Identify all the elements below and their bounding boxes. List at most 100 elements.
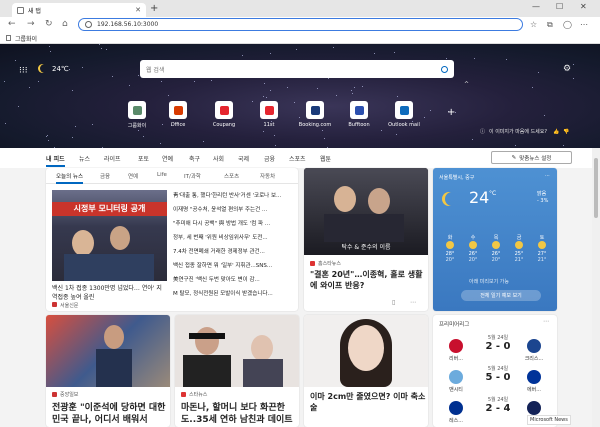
headline-item[interactable]: "추미애 다시 공백" 與 방법 개도 '컴 파 ... [173, 219, 291, 227]
more-options-icon[interactable]: ⋯ [543, 318, 549, 325]
quick-link[interactable]: Outlook mail [384, 101, 424, 128]
address-bar[interactable]: 192.168.56.10:3000 [78, 18, 523, 31]
minimize-button[interactable]: — [532, 2, 540, 11]
star-dot [47, 140, 49, 142]
headline-item[interactable]: 백신 접종 잘하면 뭐 '일부' 지휘관...SNS... [173, 261, 291, 269]
refresh-icon[interactable]: ↻ [45, 19, 53, 29]
hero-background: ⁝⁝⁝ 24 ℃ 웹 검색 ⚙ ^ 그룹화이 Office Coupang 11st Bo… [0, 44, 600, 148]
away-team-logo-icon [527, 339, 541, 353]
nav-item[interactable]: 포토 [138, 154, 149, 163]
nav-item[interactable]: 축구 [189, 154, 200, 163]
favorite-star-icon[interactable]: ☆ [530, 20, 537, 29]
browser-tab[interactable]: 새 탭 ✕ [12, 3, 146, 17]
settings-gear-icon[interactable]: ⚙ [563, 64, 571, 74]
favorites-folder[interactable]: 그룹화이 [15, 34, 37, 43]
more-options-icon[interactable]: ⋯ [545, 173, 550, 179]
news-title[interactable]: "결혼 20년"…이종혁, 홀로 생활에 와이프 반응? [310, 269, 426, 291]
news-card-lee[interactable]: 탁수 & 준수의 이름 홈스타뉴스 "결혼 20년"…이종혁, 홀로 생활에 와… [304, 168, 428, 311]
sun-icon [446, 241, 454, 249]
headline-item[interactable]: 美연구진 '백신 두번 맞아도 변이 감... [173, 275, 291, 283]
news-card-madonna[interactable]: 스타뉴스 마돈나, 할머니 보다 화끈한 도..35세 연하 남친과 데이트 [175, 315, 299, 427]
star-dot [143, 135, 145, 137]
star-dot [270, 53, 272, 55]
maximize-button[interactable]: ☐ [556, 2, 563, 11]
nav-item[interactable]: 내 피드 [46, 154, 65, 167]
match-row[interactable]: 맨시티 5월 24일 5 - 0 에버... [433, 364, 557, 398]
news-subtab[interactable]: 오늘의 뉴스 [56, 172, 84, 184]
chevron-up-icon[interactable]: ^ [464, 81, 469, 88]
news-subtab[interactable]: 자동차 [260, 172, 275, 180]
star-dot [351, 89, 353, 91]
nav-item[interactable]: 라이프 [104, 154, 121, 163]
top-headline[interactable]: 백신 1차 접종 1300만명 넘었다… 연아' 지역접종 높여 올린 [52, 284, 167, 302]
star-dot [242, 55, 244, 57]
match-row[interactable]: 리버... 5월 24일 2 - 0 크리스... [433, 333, 557, 367]
news-subtab[interactable]: IT/과학 [184, 172, 201, 180]
headline-item[interactable]: 이재명 "공수처, 윤석열 편의부 주는건 … [173, 205, 291, 213]
top-news-image[interactable]: 시정부 모니터링 공개 [52, 190, 167, 281]
search-placeholder[interactable]: 웹 검색 [146, 65, 441, 74]
quick-link[interactable]: Office [158, 101, 198, 128]
nav-item[interactable]: 사회 [213, 154, 224, 163]
star-dot [474, 58, 476, 60]
home-icon[interactable]: ⌂ [62, 19, 68, 29]
news-title[interactable]: 전광훈 "이준석에 당하면 대한민국 끝나, 어디서 배워서 [52, 402, 168, 426]
back-icon[interactable]: ← [8, 19, 16, 29]
headline-item[interactable]: M 탈모, 정식전원된 모발이식 받겠습니다... [173, 289, 291, 297]
news-settings-label: 맞춤뉴스 설정 [519, 155, 552, 162]
news-card-forehead[interactable]: 이마 2cm만 줄였으면? 이마 축소술 [304, 315, 428, 427]
more-options-icon[interactable]: ⋯ [410, 299, 416, 306]
full-forecast-button[interactable]: 전체 일기 예보 보기 [461, 290, 541, 301]
quick-link[interactable]: 그룹화이 [117, 101, 157, 129]
news-card-jeon[interactable]: 중앙일보 전광훈 "이준석에 당하면 대한민국 끝나, 어디서 배워서 [46, 315, 170, 427]
hero-weather[interactable]: 24 ℃ [38, 64, 69, 73]
nav-item[interactable]: 연예 [162, 154, 173, 163]
profile-icon[interactable]: ◯ [563, 20, 572, 29]
news-title[interactable]: 이마 2cm만 줄였으면? 이마 축소술 [310, 391, 426, 413]
scroll-thumb[interactable] [594, 158, 598, 218]
new-tab-button[interactable]: + [150, 3, 158, 14]
more-menu-icon[interactable]: ⋯ [580, 20, 588, 29]
league-title[interactable]: 프리미어리그 [439, 320, 469, 328]
scrollbar[interactable] [592, 148, 600, 427]
star-dot [397, 95, 399, 97]
collections-icon[interactable]: ⧉ [547, 20, 553, 30]
apps-grid-icon[interactable]: ⁝⁝⁝ [19, 66, 28, 76]
nav-item[interactable]: 뉴스 [79, 154, 90, 163]
add-shortcut-button[interactable]: + [447, 107, 455, 118]
image-feedback[interactable]: ⓘ 이 이미지가 마음에 드세요? 👍 👎 [480, 128, 570, 136]
match-date: 5월 24일 [487, 397, 509, 403]
star-dot [167, 94, 169, 96]
headline-item[interactable]: 정부, 세 번째 '위원 비상임위사무' 도전... [173, 233, 291, 241]
search-icon[interactable] [441, 65, 448, 73]
nav-item[interactable]: 금융 [264, 154, 275, 163]
microsoft-news-badge[interactable]: Microsoft News [527, 415, 571, 425]
quick-link[interactable]: Bufftoon [339, 101, 379, 128]
forward-icon[interactable]: → [27, 19, 35, 29]
quick-link[interactable]: Booking.com [295, 101, 335, 128]
pencil-icon: ✎ [511, 154, 517, 161]
thumbs-down-icon[interactable]: 👎 [563, 129, 569, 135]
address-url[interactable]: 192.168.56.10:3000 [97, 21, 158, 28]
thumbs-up-icon[interactable]: 👍 [553, 129, 559, 135]
news-settings-button[interactable]: ✎ 맞춤뉴스 설정 [491, 151, 572, 164]
news-subtab[interactable]: Life [157, 172, 167, 178]
close-window-button[interactable]: ✕ [580, 2, 587, 11]
headline-item[interactable]: 7.4차 전면폐쇄 거래한 경제정부 관건... [173, 247, 291, 255]
news-subtab[interactable]: 스포츠 [224, 172, 239, 180]
close-tab-icon[interactable]: ✕ [135, 6, 141, 14]
weather-card[interactable]: 서울특별시, 중구 ⋯ 24 °C 맑음 - 3% 화 28° 20° 수 26° 20°… [433, 168, 557, 311]
nav-item[interactable]: 웹툰 [320, 154, 331, 163]
nav-item[interactable]: 국제 [238, 154, 249, 163]
bookmark-icon[interactable]: ▯ [392, 299, 395, 306]
quick-link[interactable]: Coupang [204, 101, 244, 128]
nav-item[interactable]: 스포츠 [289, 154, 306, 163]
quick-link[interactable]: 11st [249, 101, 289, 128]
web-search-box[interactable]: 웹 검색 [140, 60, 454, 78]
star-dot [262, 95, 264, 97]
quick-link-label: 그룹화이 [127, 123, 147, 129]
headline-item[interactable]: 靑'대출 통, 했다'한리턴 반사'거센 '코로나 보... [173, 191, 291, 199]
news-subtab[interactable]: 연예 [128, 172, 138, 180]
news-title[interactable]: 마돈나, 할머니 보다 화끈한 도..35세 연하 남친과 데이트 [181, 402, 297, 426]
news-subtab[interactable]: 금융 [100, 172, 110, 180]
